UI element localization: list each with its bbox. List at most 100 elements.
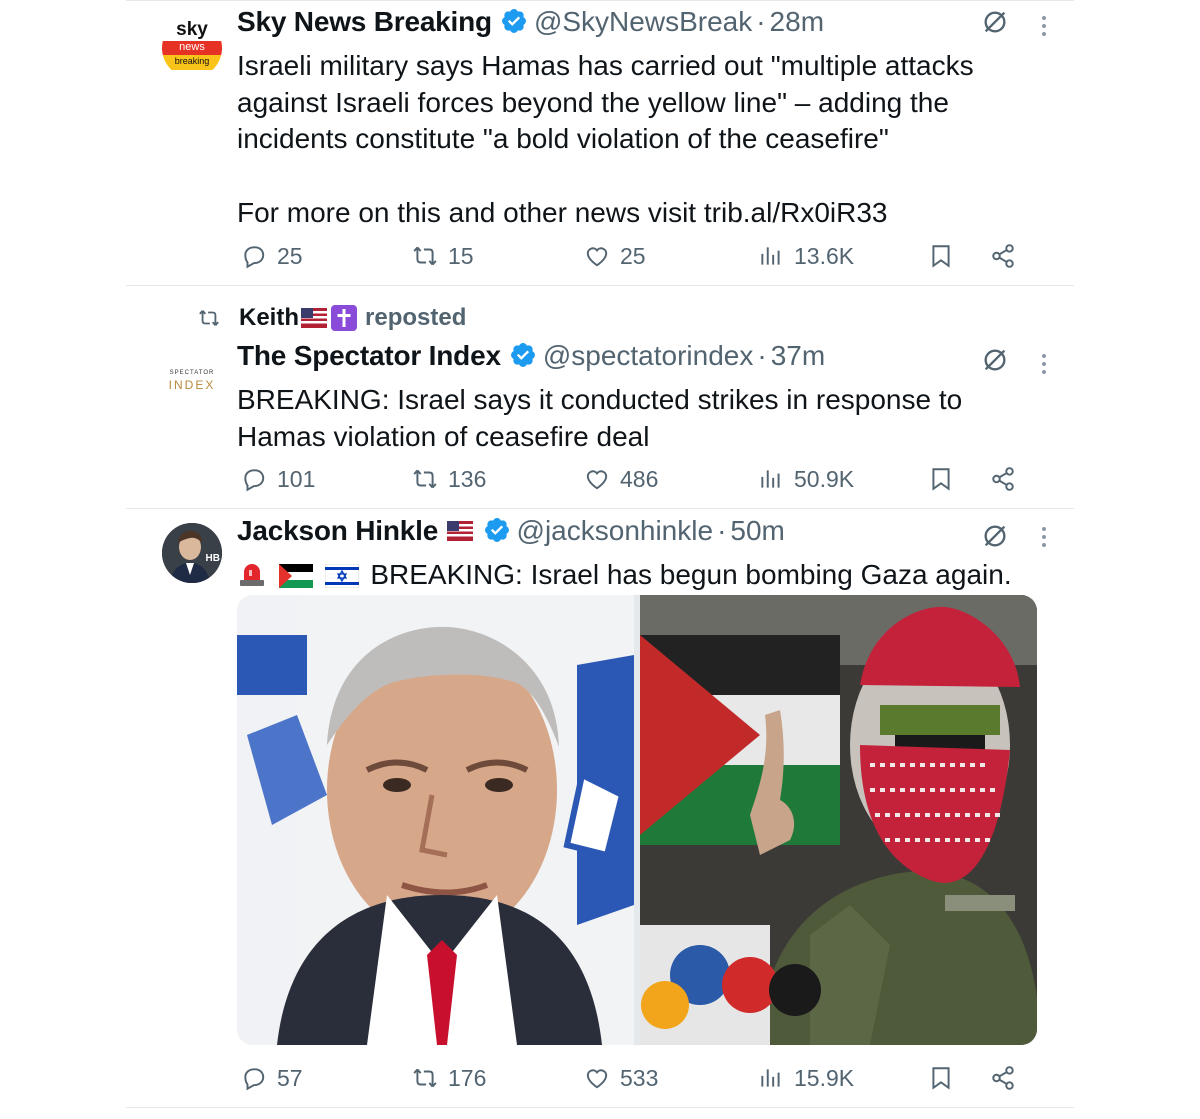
bookmark-icon[interactable]	[928, 466, 954, 492]
israel-flag-icon	[324, 564, 359, 588]
share-icon[interactable]	[990, 243, 1016, 269]
bookmark-icon[interactable]	[928, 1065, 954, 1091]
tweet-text: BREAKING: Israel says it conducted strik…	[237, 382, 1037, 455]
like-count: 533	[620, 1064, 659, 1091]
handle[interactable]: @spectatorindex	[543, 340, 754, 371]
repost-button[interactable]: 176	[412, 1060, 486, 1096]
repost-button[interactable]: 136	[412, 461, 486, 497]
views-count: 13.6K	[794, 242, 855, 269]
us-flag-icon	[446, 521, 473, 541]
reply-count: 57	[277, 1064, 303, 1091]
tweet-header: The Spectator Index @spectatorindex · 37m	[237, 340, 1037, 382]
grok-icon[interactable]	[981, 8, 1009, 36]
repost-icon	[413, 1068, 437, 1088]
repost-icon	[199, 310, 219, 326]
repost-context: Keith reposted	[198, 302, 466, 334]
display-name[interactable]: The Spectator Index	[237, 340, 501, 371]
reply-button[interactable]: 25	[241, 238, 303, 274]
tweet-text-line: Israeli military says Hamas has carried …	[237, 50, 974, 81]
views-count: 50.9K	[794, 465, 855, 492]
tweet-text: Israeli military says Hamas has carried …	[237, 48, 1037, 231]
media-photo-left[interactable]	[237, 595, 634, 1045]
display-name[interactable]: Jackson Hinkle	[237, 515, 438, 546]
views-button[interactable]: 13.6K	[758, 238, 854, 274]
like-button[interactable]: 486	[584, 461, 658, 497]
repost-suffix: reposted	[365, 304, 467, 331]
more-icon[interactable]	[1039, 14, 1049, 38]
share-icon[interactable]	[990, 1065, 1016, 1091]
verified-icon	[501, 9, 526, 33]
repost-count: 176	[448, 1064, 487, 1091]
tweet-text-line: incidents constitute "a bold violation o…	[237, 123, 889, 154]
views-count: 15.9K	[794, 1064, 855, 1091]
grok-icon[interactable]	[981, 346, 1009, 374]
cross-icon	[331, 305, 357, 331]
avatar-text-sky: sky	[176, 19, 208, 40]
tweet-text: BREAKING: Israel has begun bombing Gaza …	[237, 557, 1037, 594]
action-bar: 25 15 25 13.6K	[126, 238, 1074, 274]
tweet-link-line[interactable]: For more on this and other news visit tr…	[237, 195, 1037, 232]
like-icon	[586, 470, 608, 490]
share-icon[interactable]	[990, 466, 1016, 492]
timestamp[interactable]: 37m	[771, 340, 825, 371]
avatar-badge: HB	[205, 553, 220, 564]
repost-count: 15	[448, 242, 474, 269]
more-icon[interactable]	[1039, 525, 1049, 549]
like-button[interactable]: 25	[584, 238, 646, 274]
timestamp[interactable]: 28m	[770, 6, 824, 37]
views-icon	[761, 1069, 780, 1087]
timestamp[interactable]: 50m	[730, 515, 784, 546]
like-count: 25	[620, 242, 646, 269]
grok-icon[interactable]	[981, 522, 1009, 550]
tweet-spectator-index[interactable]: Keith reposted SPECTATOR INDEX The Spect…	[126, 286, 1074, 508]
media-grid[interactable]	[237, 595, 1037, 1045]
tweet-text-line: BREAKING: Israel has begun bombing Gaza …	[370, 559, 1012, 590]
avatar-text-index: INDEX	[168, 378, 216, 392]
tweet-text-line: BREAKING: Israel says it conducted strik…	[237, 384, 963, 415]
avatar[interactable]: sky news breaking	[162, 18, 222, 78]
repost-button[interactable]: 15	[412, 238, 474, 274]
reply-icon	[244, 246, 265, 269]
us-flag-icon	[301, 308, 327, 328]
views-icon	[761, 470, 780, 488]
verified-icon	[484, 518, 509, 542]
siren-icon	[240, 564, 264, 586]
like-icon	[586, 1069, 608, 1089]
like-count: 486	[620, 465, 659, 492]
tweet-content: Sky News Breaking @SkyNewsBreak · 28m Israe…	[237, 6, 1037, 231]
tweet-header: Jackson Hinkle @jacksonhinkle · 50m	[237, 515, 1037, 557]
repost-count: 136	[448, 465, 487, 492]
avatar[interactable]: SPECTATOR INDEX	[162, 356, 222, 416]
dot-separator: ·	[757, 340, 767, 371]
reply-count: 101	[277, 465, 316, 492]
like-button[interactable]: 533	[584, 1060, 658, 1096]
tweet-text-line: against Israeli forces beyond the yellow…	[237, 86, 949, 118]
avatar-text-breaking: breaking	[174, 56, 210, 66]
views-button[interactable]: 15.9K	[758, 1060, 854, 1096]
avatar-text-spectator: SPECTATOR	[169, 370, 215, 376]
avatar-text-news: news	[179, 41, 205, 53]
tweet-content: Jackson Hinkle @jacksonhinkle · 50m BREAKI…	[237, 515, 1037, 594]
tweet-jackson-hinkle[interactable]: HB Jackson Hinkle @jacksonhinkle · 50m BRE…	[126, 509, 1074, 1107]
handle[interactable]: @SkyNewsBreak	[534, 6, 752, 37]
more-icon[interactable]	[1039, 352, 1049, 376]
tweet-content: The Spectator Index @spectatorindex · 37m B…	[237, 340, 1037, 455]
reply-icon	[244, 469, 265, 492]
display-name[interactable]: Sky News Breaking	[237, 6, 492, 37]
reply-button[interactable]: 57	[241, 1060, 303, 1096]
avatar[interactable]: HB	[162, 523, 222, 583]
dot-separator: ·	[717, 515, 727, 546]
dot-separator: ·	[756, 6, 766, 37]
bookmark-icon[interactable]	[928, 243, 954, 269]
handle[interactable]: @jacksonhinkle	[517, 515, 714, 546]
reply-button[interactable]: 101	[241, 461, 315, 497]
repost-icon	[413, 246, 437, 266]
repost-icon	[413, 469, 437, 489]
divider	[126, 1107, 1074, 1108]
like-icon	[586, 247, 608, 267]
views-button[interactable]: 50.9K	[758, 461, 854, 497]
media-photo-right[interactable]	[640, 595, 1037, 1045]
repost-user[interactable]: Keith	[239, 304, 299, 332]
reply-icon	[244, 1068, 265, 1091]
tweet-sky-news[interactable]: sky news breaking Sky News Breaking @SkyN…	[126, 0, 1074, 285]
